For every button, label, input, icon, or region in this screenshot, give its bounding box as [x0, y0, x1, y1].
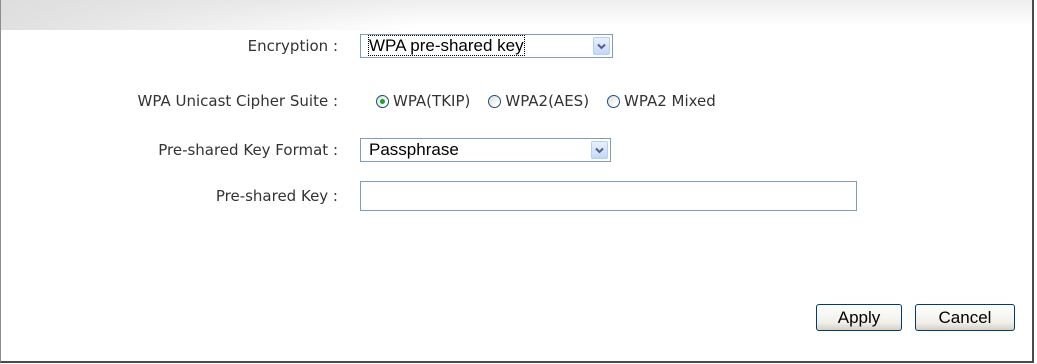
preshared-key-row: Pre-shared Key :	[1, 181, 1035, 211]
preshared-key-field	[360, 181, 857, 211]
chevron-down-icon	[595, 147, 604, 153]
radio-wpa2-mixed[interactable]	[607, 94, 621, 108]
radio-label-wpa2-aes: WPA2(AES)	[505, 92, 590, 110]
encryption-dropdown-button[interactable]	[593, 37, 610, 55]
preshared-key-label: Pre-shared Key :	[215, 187, 338, 205]
radio-label-wpa-tkip: WPA(TKIP)	[393, 92, 471, 110]
cipher-suite-radio-group: WPA(TKIP) WPA2(AES) WPA2 Mixed	[376, 92, 734, 110]
encryption-row: Encryption : WPA pre-shared key	[1, 31, 1035, 61]
cipher-suite-field: WPA(TKIP) WPA2(AES) WPA2 Mixed	[376, 92, 734, 110]
encryption-selected-value: WPA pre-shared key	[368, 35, 525, 56]
radio-wpa-tkip[interactable]	[376, 94, 389, 108]
radio-option-wpa-tkip[interactable]: WPA(TKIP)	[376, 92, 470, 110]
radio-label-wpa2-mixed: WPA2 Mixed	[624, 92, 716, 110]
key-format-dropdown-button[interactable]	[591, 141, 608, 159]
key-format-selected-value: Passphrase	[369, 140, 459, 159]
encryption-label: Encryption :	[247, 37, 338, 55]
cancel-button[interactable]: Cancel	[915, 304, 1015, 331]
encryption-select[interactable]: WPA pre-shared key	[360, 34, 613, 58]
chevron-down-icon	[597, 43, 606, 49]
wireless-security-panel: Encryption : WPA pre-shared key WPA Unic…	[0, 0, 1034, 363]
encryption-field: WPA pre-shared key	[360, 34, 613, 58]
apply-button[interactable]: Apply	[816, 304, 902, 331]
radio-option-wpa2-aes[interactable]: WPA2(AES)	[488, 92, 589, 110]
preshared-key-input[interactable]	[360, 181, 857, 211]
radio-option-wpa2-mixed[interactable]: WPA2 Mixed	[607, 92, 716, 110]
key-format-select[interactable]: Passphrase	[360, 138, 611, 162]
key-format-label: Pre-shared Key Format :	[158, 141, 338, 159]
radio-wpa2-aes[interactable]	[488, 94, 502, 108]
key-format-row: Pre-shared Key Format : Passphrase	[1, 135, 1035, 165]
cipher-suite-row: WPA Unicast Cipher Suite : WPA(TKIP) WPA…	[1, 86, 1035, 116]
key-format-field: Passphrase	[360, 138, 611, 162]
cipher-suite-label: WPA Unicast Cipher Suite :	[137, 92, 338, 110]
